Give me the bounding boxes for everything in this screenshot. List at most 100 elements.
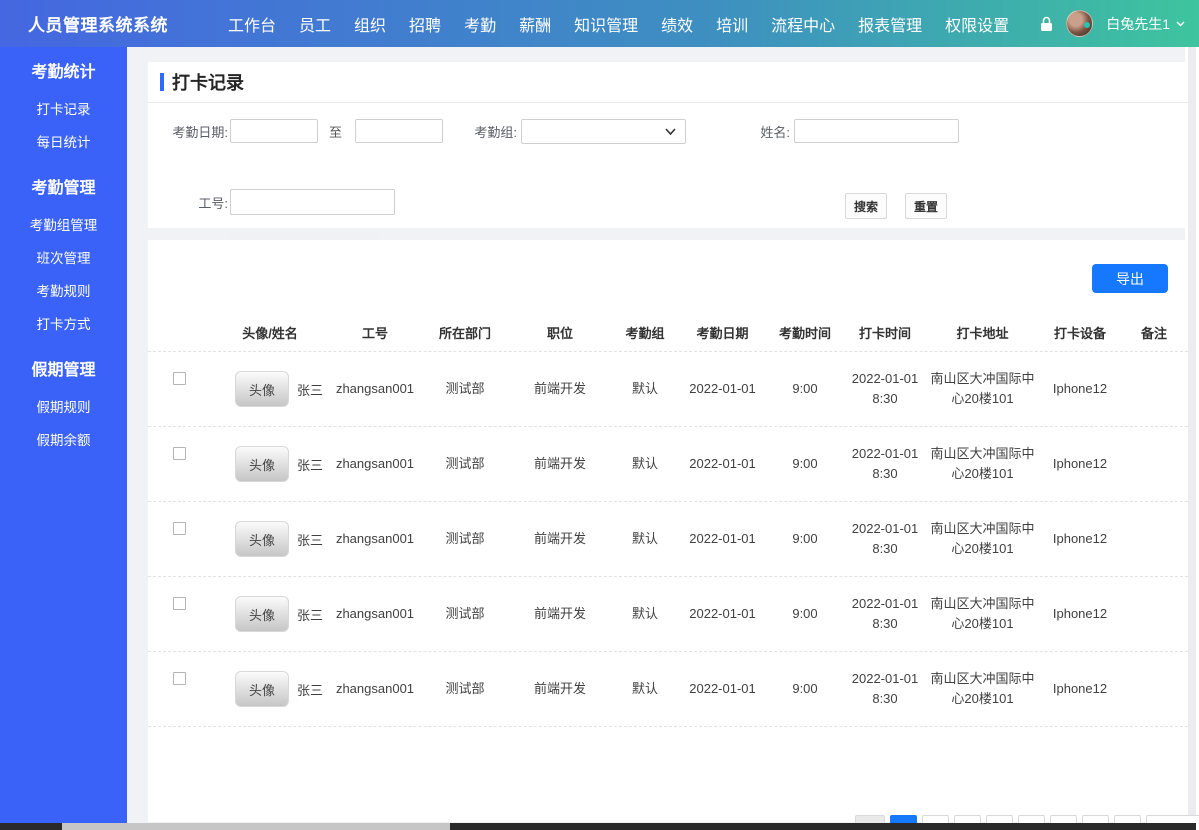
table-row: 头像张三zhangsan001测试部前端开发默认2022-01-019:0020… (148, 502, 1188, 577)
cell-device: Iphone12 (1040, 604, 1120, 624)
sidebar: 考勤统计打卡记录每日统计考勤管理考勤组管理班次管理考勤规则打卡方式假期管理假期规… (0, 47, 127, 823)
pagination-page-button[interactable] (1050, 815, 1077, 823)
nav-item-5[interactable]: 考勤 (464, 12, 496, 36)
nav-item-9[interactable]: 培训 (716, 12, 748, 36)
nav-item-12[interactable]: 权限设置 (945, 12, 1009, 36)
cell-group: 默认 (610, 679, 680, 699)
export-button[interactable]: 导出 (1092, 264, 1168, 293)
nav-item-10[interactable]: 流程中心 (771, 12, 835, 36)
pagination-page-button[interactable] (922, 815, 949, 823)
pagination-page-button[interactable] (890, 815, 917, 823)
nav-item-4[interactable]: 招聘 (409, 12, 441, 36)
cell-group: 默认 (610, 379, 680, 399)
cell-name: 张三 (297, 605, 323, 624)
cell-address: 南山区大冲国际中心20楼101 (925, 369, 1040, 409)
sidebar-item-5[interactable]: 考勤组管理 (0, 209, 127, 242)
sidebar-section-1: 考勤统计 (0, 53, 127, 93)
cell-department: 测试部 (420, 679, 510, 699)
cell-device: Iphone12 (1040, 529, 1120, 549)
cell-group: 默认 (610, 604, 680, 624)
nav-item-3[interactable]: 组织 (354, 12, 386, 36)
nav-item-2[interactable]: 员工 (299, 12, 331, 36)
row-checkbox[interactable] (173, 372, 186, 385)
column-header-8: 打卡时间 (845, 324, 925, 344)
pagination-page-button[interactable] (986, 815, 1013, 823)
cell-clock-time: 2022-01-01 8:30 (845, 669, 925, 709)
cell-device: Iphone12 (1040, 454, 1120, 474)
row-checkbox[interactable] (173, 522, 186, 535)
column-header-1: 头像/姓名 (210, 324, 330, 344)
pagination-page-button[interactable] (1114, 815, 1141, 823)
cell-clock-time: 2022-01-01 8:30 (845, 444, 925, 484)
user-name-label: 白兔先生1 (1106, 14, 1170, 34)
horizontal-scrollbar-thumb-right[interactable] (450, 823, 1196, 830)
table-row: 头像张三zhangsan001测试部前端开发默认2022-01-019:0020… (148, 577, 1188, 652)
sidebar-item-3[interactable]: 每日统计 (0, 126, 127, 159)
user-menu[interactable]: 白兔先生1 (1106, 14, 1185, 34)
sidebar-item-8[interactable]: 打卡方式 (0, 308, 127, 341)
row-avatar[interactable]: 头像 (235, 371, 289, 407)
cell-date: 2022-01-01 (680, 454, 765, 474)
sidebar-item-11[interactable]: 假期余额 (0, 424, 127, 457)
nav-item-11[interactable]: 报表管理 (858, 12, 922, 36)
user-cell: 头像张三 (210, 652, 330, 726)
cell-name: 张三 (297, 530, 323, 549)
pagination-prev-button[interactable] (855, 815, 885, 823)
row-avatar[interactable]: 头像 (235, 671, 289, 707)
select-chevron-icon (665, 128, 676, 136)
date-from-input[interactable] (230, 119, 318, 143)
empno-input[interactable] (230, 189, 395, 215)
row-checkbox-cell (148, 352, 210, 426)
column-header-10: 打卡设备 (1040, 324, 1120, 344)
cell-date: 2022-01-01 (680, 604, 765, 624)
row-checkbox[interactable] (173, 447, 186, 460)
cell-device: Iphone12 (1040, 379, 1120, 399)
sidebar-item-10[interactable]: 假期规则 (0, 391, 127, 424)
row-avatar[interactable]: 头像 (235, 446, 289, 482)
row-checkbox[interactable] (173, 597, 186, 610)
attendance-group-select[interactable] (521, 119, 686, 144)
sidebar-item-7[interactable]: 考勤规则 (0, 275, 127, 308)
search-button[interactable]: 搜索 (845, 193, 887, 219)
topbar-right: 白兔先生1 (1040, 0, 1185, 47)
pagination-page-button[interactable] (1018, 815, 1045, 823)
cell-time: 9:00 (765, 529, 845, 549)
pagination-page-button[interactable] (1082, 815, 1109, 823)
date-to-input[interactable] (355, 119, 443, 143)
pagination-page-button[interactable] (954, 815, 981, 823)
row-avatar[interactable]: 头像 (235, 521, 289, 557)
cell-name: 张三 (297, 680, 323, 699)
row-checkbox[interactable] (173, 672, 186, 685)
reset-button[interactable]: 重置 (905, 193, 947, 219)
vertical-scrollbar[interactable] (1188, 47, 1196, 823)
nav-item-7[interactable]: 知识管理 (574, 12, 638, 36)
cell-address: 南山区大冲国际中心20楼101 (925, 669, 1040, 709)
cell-time: 9:00 (765, 454, 845, 474)
top-nav: 工作台员工组织招聘考勤薪酬知识管理绩效培训流程中心报表管理权限设置 (228, 0, 1009, 47)
cell-emp-no: zhangsan001 (330, 379, 420, 399)
pagination-buttons (855, 815, 1199, 823)
table-row: 头像张三zhangsan001测试部前端开发默认2022-01-019:0020… (148, 427, 1188, 502)
filter-row-1: 考勤日期: 至 考勤组: 姓名: (148, 119, 1188, 143)
row-checkbox-cell (148, 652, 210, 726)
name-input[interactable] (794, 119, 959, 143)
date-to-label: 至 (329, 122, 342, 141)
horizontal-scrollbar-thumb-left[interactable] (0, 823, 62, 830)
pagination-size-select[interactable] (1146, 815, 1199, 823)
group-label: 考勤组: (469, 122, 517, 141)
nav-item-1[interactable]: 工作台 (228, 12, 276, 36)
nav-item-6[interactable]: 薪酬 (519, 12, 551, 36)
cell-position: 前端开发 (510, 529, 610, 549)
lock-icon[interactable] (1040, 16, 1053, 32)
user-cell: 头像张三 (210, 577, 330, 651)
row-checkbox-cell (148, 577, 210, 651)
nav-item-8[interactable]: 绩效 (661, 12, 693, 36)
row-checkbox-cell (148, 427, 210, 501)
row-avatar[interactable]: 头像 (235, 596, 289, 632)
sidebar-item-2[interactable]: 打卡记录 (0, 93, 127, 126)
cell-date: 2022-01-01 (680, 529, 765, 549)
sidebar-item-6[interactable]: 班次管理 (0, 242, 127, 275)
table-body: 头像张三zhangsan001测试部前端开发默认2022-01-019:0020… (148, 352, 1188, 727)
user-avatar[interactable] (1066, 10, 1093, 37)
horizontal-scrollbar-track[interactable] (0, 823, 1199, 830)
